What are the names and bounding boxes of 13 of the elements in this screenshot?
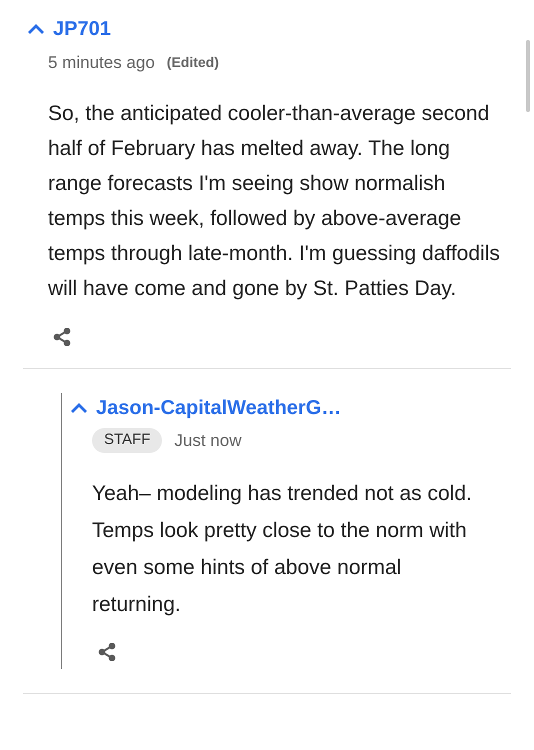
timestamp: Just now	[174, 430, 242, 452]
caret-icon[interactable]	[70, 402, 88, 414]
timestamp: 5 minutes ago	[48, 52, 155, 74]
author-name[interactable]: Jason-CapitalWeatherG…	[96, 392, 342, 422]
author-name[interactable]: JP701	[53, 14, 111, 44]
scrollbar	[526, 40, 530, 112]
staff-badge: STAFF	[92, 428, 162, 452]
edited-label: (Edited)	[166, 53, 219, 72]
share-icon[interactable]	[53, 328, 71, 346]
caret-icon[interactable]	[27, 23, 45, 35]
comment-text: Yeah– modeling has trended not as cold. Temps look pretty close to the norm with even some hints of above normal returning.	[91, 481, 473, 618]
share-icon[interactable]	[98, 643, 116, 661]
comment-text: So, the anticipated cooler-than-average second half of February has melted away. The long range forecasts I'm seeing show normalish temps this week, followed by above-average temps through late-month. I'm guessing daffodils will have come and gone by St. Patties Day.	[47, 100, 501, 302]
